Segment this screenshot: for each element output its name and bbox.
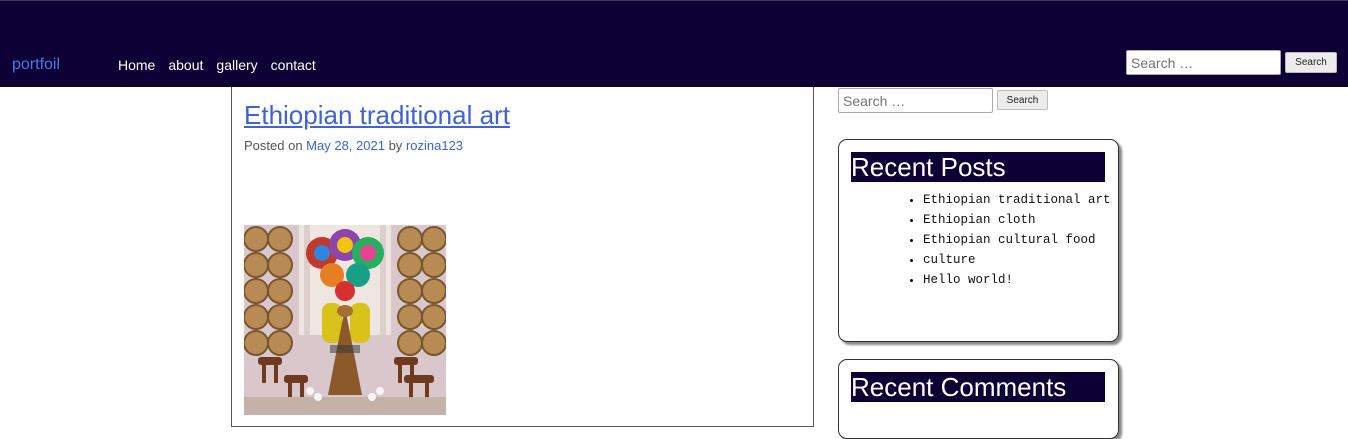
post-date-link[interactable]: May 28, 2021	[306, 138, 385, 153]
list-item: Hello world!	[923, 270, 1113, 290]
header-search-button[interactable]: Search	[1285, 52, 1337, 73]
site-header: portfoil Home about gallery contact Sear…	[0, 0, 1348, 87]
recent-post-link[interactable]: Ethiopian cultural food	[923, 233, 1096, 247]
list-item: Ethiopian cloth	[923, 210, 1113, 230]
sidebar-search-button[interactable]: Search	[997, 90, 1048, 110]
nav-item-contact[interactable]: contact	[271, 57, 316, 73]
list-item: culture	[923, 250, 1113, 270]
post-meta-by: by	[388, 138, 403, 153]
post-author-link[interactable]: rozina123	[406, 138, 463, 153]
post-title-link[interactable]: Ethiopian traditional art	[244, 100, 510, 130]
recent-post-link[interactable]: Hello world!	[923, 273, 1013, 287]
recent-post-link[interactable]: culture	[923, 253, 976, 267]
list-item: Ethiopian cultural food	[923, 230, 1113, 250]
recent-posts-widget: Recent Posts Ethiopian traditional art E…	[838, 139, 1119, 342]
post-meta-prefix: Posted on	[244, 138, 303, 153]
sidebar-search-input[interactable]	[838, 88, 993, 113]
recent-comments-widget: Recent Comments	[838, 359, 1119, 439]
recent-comments-title: Recent Comments	[851, 372, 1105, 402]
recent-posts-list: Ethiopian traditional art Ethiopian clot…	[923, 190, 1113, 290]
recent-post-link[interactable]: Ethiopian traditional art	[923, 193, 1111, 207]
main-nav: Home about gallery contact	[118, 57, 316, 73]
nav-item-home[interactable]: Home	[118, 57, 155, 73]
header-search-input[interactable]	[1126, 50, 1281, 75]
site-brand-link[interactable]: portfoil	[12, 56, 60, 74]
nav-item-about[interactable]: about	[168, 57, 203, 73]
post-image	[244, 225, 446, 415]
recent-post-link[interactable]: Ethiopian cloth	[923, 213, 1036, 227]
post-article: Ethiopian traditional art Posted on May …	[231, 87, 814, 427]
post-meta: Posted on May 28, 2021 by rozina123	[244, 138, 463, 154]
list-item: Ethiopian traditional art	[923, 190, 1113, 210]
recent-posts-title: Recent Posts	[851, 152, 1105, 182]
nav-item-gallery[interactable]: gallery	[216, 57, 257, 73]
